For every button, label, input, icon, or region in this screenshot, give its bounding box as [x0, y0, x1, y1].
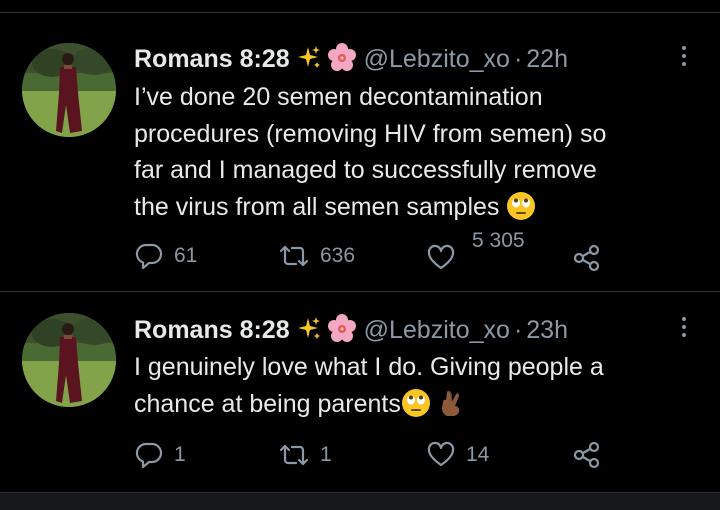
tweet[interactable]: Romans 8:28 @Lebzito_xo · 22h I’ve done … — [0, 13, 720, 291]
reply-count: 1 — [174, 443, 186, 466]
reply-icon — [134, 440, 164, 470]
reply-button[interactable]: 1 — [134, 440, 186, 470]
retweet-count: 636 — [320, 244, 356, 267]
tweet-text-line: I genuinely love what I do. Giving peopl… — [134, 353, 604, 381]
reply-count: 61 — [174, 244, 198, 267]
timestamp[interactable]: 23h — [526, 316, 568, 344]
tweet-text: I genuinely love what I do. Giving peopl… — [134, 349, 694, 428]
share-icon — [572, 244, 602, 272]
face-with-rolling-eyes-icon — [506, 191, 536, 232]
cherry-blossom-icon — [327, 43, 356, 79]
reply-icon — [134, 241, 164, 271]
tweet-header: Romans 8:28 @Lebzito_xo · 22h — [134, 43, 568, 75]
retweet-count: 1 — [320, 443, 332, 466]
tweet[interactable]: Romans 8:28 @Lebzito_xo · 23h I genuinel… — [0, 292, 720, 492]
tweet-text: I’ve done 20 semen decontamination proce… — [134, 79, 694, 231]
face-with-rolling-eyes-icon — [401, 388, 431, 429]
heart-icon — [426, 244, 456, 272]
display-name[interactable]: Romans 8:28 — [134, 45, 290, 73]
crossed-fingers-icon — [438, 388, 464, 429]
tweet-text-line: the virus from all semen samples — [134, 192, 500, 221]
share-button[interactable] — [572, 243, 602, 273]
share-button[interactable] — [572, 440, 602, 470]
heart-icon — [426, 441, 456, 469]
bottom-divider — [0, 492, 720, 510]
display-name[interactable]: Romans 8:28 — [134, 316, 290, 344]
separator: · — [513, 316, 523, 344]
tweet-text-line: I’ve done 20 semen decontamination — [134, 83, 543, 111]
avatar[interactable] — [22, 313, 116, 407]
tweet-text-line: chance at being parents — [134, 389, 401, 418]
tweet-text-line: procedures (removing HIV from semen) so — [134, 119, 607, 148]
retweet-button[interactable]: 1 — [278, 440, 332, 470]
tweet-header: Romans 8:28 @Lebzito_xo · 23h — [134, 314, 568, 346]
more-options-icon[interactable] — [676, 43, 692, 73]
retweet-button[interactable]: 636 — [278, 241, 355, 271]
tweet-text-line: far and I managed to successfully remove — [134, 156, 597, 184]
handle[interactable]: @Lebzito_xo — [364, 45, 510, 73]
reply-button[interactable]: 61 — [134, 241, 197, 271]
cherry-blossom-icon — [327, 314, 356, 350]
handle[interactable]: @Lebzito_xo — [364, 316, 510, 344]
avatar[interactable] — [22, 43, 116, 137]
like-count: 14 — [466, 443, 490, 466]
like-count: 5 305 — [472, 229, 525, 252]
share-icon — [572, 441, 602, 469]
timestamp[interactable]: 22h — [526, 45, 568, 73]
sparkles-icon — [296, 316, 322, 350]
sparkles-icon — [296, 45, 322, 79]
more-options-icon[interactable] — [676, 314, 692, 344]
like-button[interactable] — [426, 243, 456, 273]
retweet-icon — [278, 241, 310, 271]
retweet-icon — [278, 440, 310, 470]
like-button[interactable]: 14 — [426, 440, 489, 470]
separator: · — [513, 45, 523, 73]
